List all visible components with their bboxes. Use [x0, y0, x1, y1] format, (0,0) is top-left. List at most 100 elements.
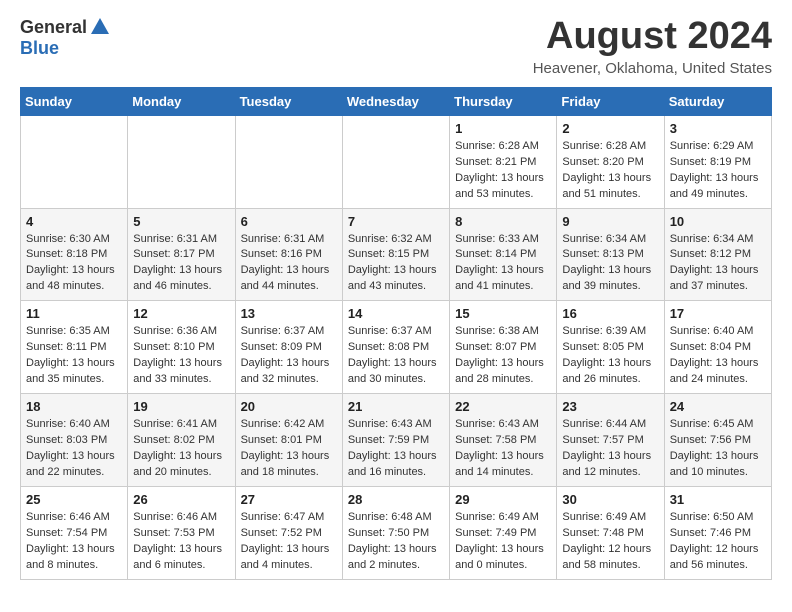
col-sunday: Sunday	[21, 87, 128, 115]
day-number: 20	[241, 399, 337, 414]
day-info: Sunrise: 6:43 AM Sunset: 7:58 PM Dayligh…	[455, 417, 551, 481]
week-row-3: 11 Sunrise: 6:35 AM Sunset: 8:11 PM Dayli…	[21, 301, 772, 394]
cell-1-6: 2 Sunrise: 6:28 AM Sunset: 8:20 PM Daylig…	[557, 115, 664, 208]
cell-1-5: 1 Sunrise: 6:28 AM Sunset: 8:21 PM Daylig…	[450, 115, 557, 208]
col-wednesday: Wednesday	[342, 87, 449, 115]
day-info: Sunrise: 6:46 AM Sunset: 7:54 PM Dayligh…	[26, 510, 122, 574]
day-number: 23	[562, 399, 658, 414]
cell-5-3: 27Sunrise: 6:47 AM Sunset: 7:52 PM Dayli…	[235, 486, 342, 579]
day-info: Sunrise: 6:38 AM Sunset: 8:07 PM Dayligh…	[455, 324, 551, 388]
cell-1-1	[21, 115, 128, 208]
day-info: Sunrise: 6:41 AM Sunset: 8:02 PM Dayligh…	[133, 417, 229, 481]
cell-1-2	[128, 115, 235, 208]
cell-3-3: 13 Sunrise: 6:37 AM Sunset: 8:09 PM Dayli…	[235, 301, 342, 394]
day-info: Sunrise: 6:46 AM Sunset: 7:53 PM Dayligh…	[133, 510, 229, 574]
day-info: Sunrise: 6:30 AM Sunset: 8:18 PM Dayligh…	[26, 232, 122, 296]
day-info: Sunrise: 6:28 AM Sunset: 8:20 PM Dayligh…	[562, 139, 658, 203]
cell-5-1: 25 Sunrise: 6:46 AM Sunset: 7:54 PM Dayli…	[21, 486, 128, 579]
day-info: Sunrise: 6:49 AM Sunset: 7:48 PM Dayligh…	[562, 510, 658, 574]
cell-2-4: 7Sunrise: 6:32 AM Sunset: 8:15 PM Daylig…	[342, 208, 449, 301]
day-number: 1	[455, 121, 551, 136]
cell-4-7: 24Sunrise: 6:45 AM Sunset: 7:56 PM Dayli…	[664, 394, 771, 487]
cell-5-5: 29 Sunrise: 6:49 AM Sunset: 7:49 PM Dayli…	[450, 486, 557, 579]
month-title: August 2024	[533, 16, 772, 58]
col-saturday: Saturday	[664, 87, 771, 115]
day-number: 13	[241, 306, 337, 321]
day-info: Sunrise: 6:31 AM Sunset: 8:16 PM Dayligh…	[241, 232, 337, 296]
cell-3-5: 15 Sunrise: 6:38 AM Sunset: 8:07 PM Dayli…	[450, 301, 557, 394]
page-container: General Blue August 2024 Heavener, Oklah…	[0, 0, 792, 596]
cell-3-7: 17 Sunrise: 6:40 AM Sunset: 8:04 PM Dayli…	[664, 301, 771, 394]
day-info: Sunrise: 6:48 AM Sunset: 7:50 PM Dayligh…	[348, 510, 444, 574]
day-info: Sunrise: 6:37 AM Sunset: 8:08 PM Dayligh…	[348, 324, 444, 388]
cell-3-1: 11 Sunrise: 6:35 AM Sunset: 8:11 PM Dayli…	[21, 301, 128, 394]
cell-1-7: 3 Sunrise: 6:29 AM Sunset: 8:19 PM Daylig…	[664, 115, 771, 208]
day-info: Sunrise: 6:40 AM Sunset: 8:03 PM Dayligh…	[26, 417, 122, 481]
day-info: Sunrise: 6:42 AM Sunset: 8:01 PM Dayligh…	[241, 417, 337, 481]
col-thursday: Thursday	[450, 87, 557, 115]
cell-4-2: 19 Sunrise: 6:41 AM Sunset: 8:02 PM Dayli…	[128, 394, 235, 487]
day-number: 16	[562, 306, 658, 321]
day-info: Sunrise: 6:43 AM Sunset: 7:59 PM Dayligh…	[348, 417, 444, 481]
col-tuesday: Tuesday	[235, 87, 342, 115]
cell-4-3: 20 Sunrise: 6:42 AM Sunset: 8:01 PM Dayli…	[235, 394, 342, 487]
day-info: Sunrise: 6:39 AM Sunset: 8:05 PM Dayligh…	[562, 324, 658, 388]
day-number: 25	[26, 492, 122, 507]
day-info: Sunrise: 6:31 AM Sunset: 8:17 PM Dayligh…	[133, 232, 229, 296]
day-number: 19	[133, 399, 229, 414]
day-info: Sunrise: 6:34 AM Sunset: 8:12 PM Dayligh…	[670, 232, 766, 296]
cell-2-7: 10 Sunrise: 6:34 AM Sunset: 8:12 PM Dayli…	[664, 208, 771, 301]
logo-general-text: General	[20, 17, 87, 38]
day-number: 26	[133, 492, 229, 507]
day-number: 8	[455, 214, 551, 229]
day-number: 14	[348, 306, 444, 321]
day-number: 27	[241, 492, 337, 507]
day-number: 30	[562, 492, 658, 507]
week-row-5: 25 Sunrise: 6:46 AM Sunset: 7:54 PM Dayli…	[21, 486, 772, 579]
cell-5-2: 26 Sunrise: 6:46 AM Sunset: 7:53 PM Dayli…	[128, 486, 235, 579]
title-block: August 2024 Heavener, Oklahoma, United S…	[533, 16, 772, 77]
day-info: Sunrise: 6:37 AM Sunset: 8:09 PM Dayligh…	[241, 324, 337, 388]
day-info: Sunrise: 6:36 AM Sunset: 8:10 PM Dayligh…	[133, 324, 229, 388]
day-number: 3	[670, 121, 766, 136]
cell-3-4: 14 Sunrise: 6:37 AM Sunset: 8:08 PM Dayli…	[342, 301, 449, 394]
week-row-4: 18 Sunrise: 6:40 AM Sunset: 8:03 PM Dayli…	[21, 394, 772, 487]
cell-2-5: 8Sunrise: 6:33 AM Sunset: 8:14 PM Daylig…	[450, 208, 557, 301]
cell-3-2: 12Sunrise: 6:36 AM Sunset: 8:10 PM Dayli…	[128, 301, 235, 394]
calendar-table: Sunday Monday Tuesday Wednesday Thursday…	[20, 87, 772, 580]
col-monday: Monday	[128, 87, 235, 115]
day-number: 17	[670, 306, 766, 321]
day-info: Sunrise: 6:49 AM Sunset: 7:49 PM Dayligh…	[455, 510, 551, 574]
day-number: 10	[670, 214, 766, 229]
week-row-2: 4Sunrise: 6:30 AM Sunset: 8:18 PM Daylig…	[21, 208, 772, 301]
day-number: 6	[241, 214, 337, 229]
cell-5-6: 30 Sunrise: 6:49 AM Sunset: 7:48 PM Dayli…	[557, 486, 664, 579]
day-info: Sunrise: 6:29 AM Sunset: 8:19 PM Dayligh…	[670, 139, 766, 203]
cell-4-1: 18 Sunrise: 6:40 AM Sunset: 8:03 PM Dayli…	[21, 394, 128, 487]
cell-4-5: 22Sunrise: 6:43 AM Sunset: 7:58 PM Dayli…	[450, 394, 557, 487]
day-number: 15	[455, 306, 551, 321]
day-number: 29	[455, 492, 551, 507]
col-friday: Friday	[557, 87, 664, 115]
day-info: Sunrise: 6:34 AM Sunset: 8:13 PM Dayligh…	[562, 232, 658, 296]
cell-3-6: 16 Sunrise: 6:39 AM Sunset: 8:05 PM Dayli…	[557, 301, 664, 394]
week-row-1: 1 Sunrise: 6:28 AM Sunset: 8:21 PM Daylig…	[21, 115, 772, 208]
day-info: Sunrise: 6:28 AM Sunset: 8:21 PM Dayligh…	[455, 139, 551, 203]
logo-blue-text: Blue	[20, 38, 59, 58]
cell-2-1: 4Sunrise: 6:30 AM Sunset: 8:18 PM Daylig…	[21, 208, 128, 301]
cell-1-3	[235, 115, 342, 208]
day-number: 21	[348, 399, 444, 414]
day-number: 31	[670, 492, 766, 507]
day-info: Sunrise: 6:40 AM Sunset: 8:04 PM Dayligh…	[670, 324, 766, 388]
cell-2-3: 6 Sunrise: 6:31 AM Sunset: 8:16 PM Daylig…	[235, 208, 342, 301]
day-number: 11	[26, 306, 122, 321]
day-info: Sunrise: 6:35 AM Sunset: 8:11 PM Dayligh…	[26, 324, 122, 388]
day-number: 2	[562, 121, 658, 136]
cell-2-6: 9Sunrise: 6:34 AM Sunset: 8:13 PM Daylig…	[557, 208, 664, 301]
day-number: 18	[26, 399, 122, 414]
day-info: Sunrise: 6:32 AM Sunset: 8:15 PM Dayligh…	[348, 232, 444, 296]
location: Heavener, Oklahoma, United States	[533, 60, 772, 77]
cell-4-6: 23 Sunrise: 6:44 AM Sunset: 7:57 PM Dayli…	[557, 394, 664, 487]
day-info: Sunrise: 6:44 AM Sunset: 7:57 PM Dayligh…	[562, 417, 658, 481]
day-info: Sunrise: 6:50 AM Sunset: 7:46 PM Dayligh…	[670, 510, 766, 574]
